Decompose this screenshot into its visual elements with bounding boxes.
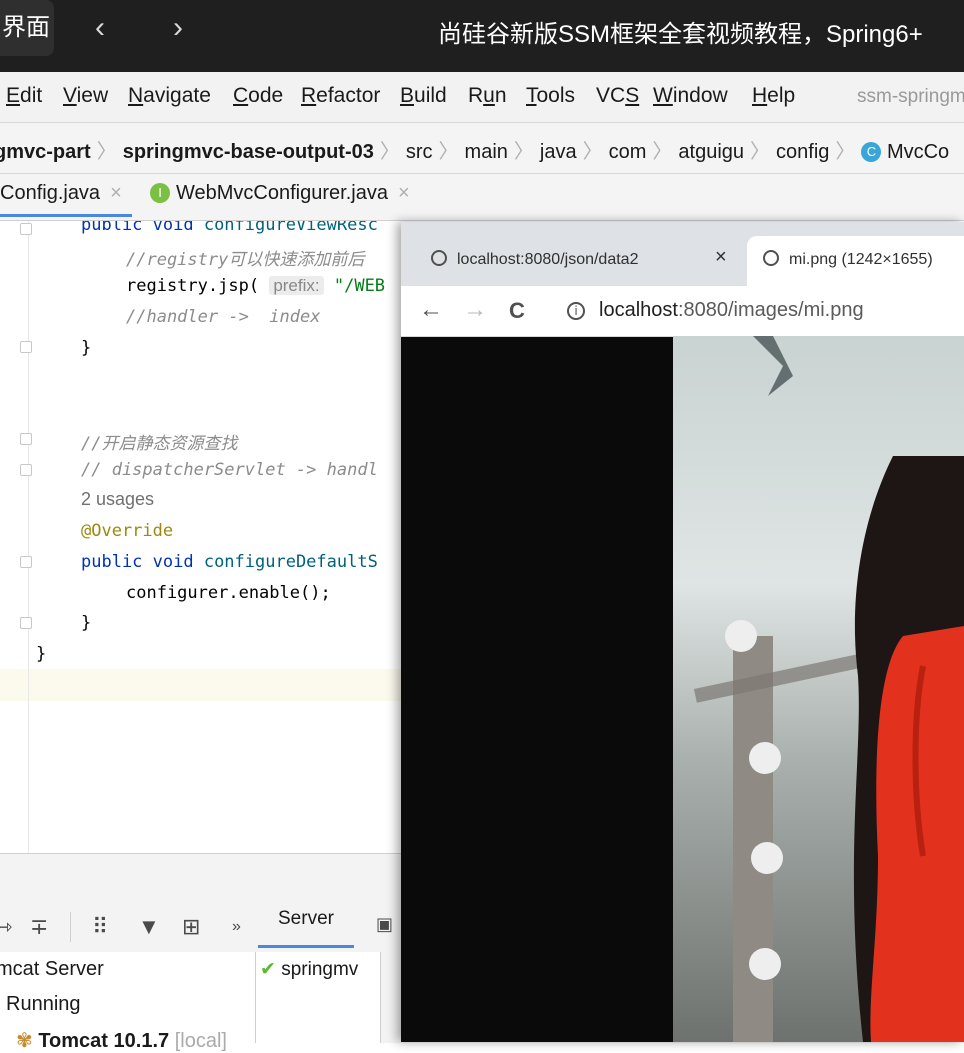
fold-marker-icon[interactable]: [20, 223, 32, 235]
tree-item-tomcat-server[interactable]: mcat Server: [0, 958, 104, 981]
browser-tab-strip: localhost:8080/json/data2 × mi.png (1242…: [401, 222, 964, 286]
tab-close-icon[interactable]: ×: [715, 246, 727, 269]
collapse-all-icon[interactable]: ∓: [30, 914, 48, 940]
browser-tab-mi-png[interactable]: mi.png (1242×1655): [747, 236, 964, 286]
crumb-atguigu[interactable]: atguigu: [678, 141, 744, 163]
project-name: ssm-springm: [857, 86, 964, 107]
crumb-class[interactable]: MvcCo: [887, 141, 949, 163]
console-icon[interactable]: ▣: [376, 914, 393, 935]
menu-vcs[interactable]: VCS: [596, 84, 639, 108]
fold-marker-icon[interactable]: [20, 433, 32, 445]
globe-icon: [763, 250, 779, 266]
check-icon: ✔: [260, 959, 276, 980]
code-line: public void configureViewResc: [81, 221, 378, 235]
menu-build[interactable]: Build: [400, 84, 447, 108]
back-label[interactable]: 界面: [0, 0, 54, 56]
group-icon[interactable]: ⠿: [92, 914, 108, 940]
site-info-icon[interactable]: i: [567, 302, 585, 320]
tab-close-icon[interactable]: ×: [110, 182, 122, 204]
deployment-list: ✔ springmv: [256, 952, 381, 1043]
crumb-com[interactable]: com: [609, 141, 647, 163]
next-arrow-icon[interactable]: ›: [158, 8, 198, 48]
code-line: // dispatcherServlet -> handl: [81, 460, 378, 480]
code-line: public void configureDefaultS: [81, 552, 378, 572]
gutter-divider: [28, 221, 29, 853]
crumb-project[interactable]: springmvc-base-output-03: [123, 141, 374, 163]
code-line: registry.jsp( prefix: "/WEB: [126, 276, 386, 296]
class-icon: C: [861, 142, 882, 162]
url-field[interactable]: localhost:8080/images/mi.png: [599, 299, 864, 322]
fold-marker-icon[interactable]: [20, 341, 32, 353]
filter-icon[interactable]: ▼: [138, 914, 160, 940]
menu-window[interactable]: Window: [653, 84, 728, 108]
crumb-main[interactable]: main: [465, 141, 508, 163]
tab-config-java[interactable]: Config.java ×: [0, 182, 122, 205]
fold-marker-icon[interactable]: [20, 464, 32, 476]
menu-code[interactable]: Code: [233, 84, 283, 108]
code-line: //开启静态资源查找: [81, 434, 238, 454]
back-icon[interactable]: ←: [419, 296, 443, 324]
fold-marker-icon[interactable]: [20, 556, 32, 568]
code-line: }: [36, 644, 47, 664]
menu-run[interactable]: Run: [468, 84, 507, 108]
menu-bar: Edit View Navigate Code Refactor Build R…: [0, 72, 964, 123]
displayed-image: [673, 336, 964, 1042]
crumb-java[interactable]: java: [540, 141, 577, 163]
fold-marker-icon[interactable]: [20, 617, 32, 629]
crumb-config[interactable]: config: [776, 141, 829, 163]
crumb-src[interactable]: src: [406, 141, 433, 163]
code-line: //handler -> index: [126, 307, 321, 327]
browser-tab-json-data2[interactable]: localhost:8080/json/data2 ×: [415, 236, 741, 286]
tomcat-icon: ✾: [16, 1030, 33, 1052]
tab-server[interactable]: Server: [258, 898, 354, 948]
menu-help[interactable]: Help: [752, 84, 795, 108]
forward-icon[interactable]: →: [463, 296, 487, 324]
menu-edit[interactable]: Edit: [6, 84, 42, 108]
browser-window: localhost:8080/json/data2 × mi.png (1242…: [401, 222, 964, 1042]
active-tab-indicator: [0, 214, 132, 217]
tab-webmvcconfigurer[interactable]: I WebMvcConfigurer.java ×: [150, 182, 410, 205]
globe-icon: [431, 250, 447, 266]
code-line: configurer.enable();: [126, 583, 331, 603]
editor-tab-bar: Config.java × I WebMvcConfigurer.java ×: [0, 174, 964, 221]
code-line: }: [81, 613, 92, 633]
browser-address-bar: ← → C i localhost:8080/images/mi.png: [401, 286, 964, 337]
more-icon[interactable]: »: [232, 918, 241, 936]
menu-tools[interactable]: Tools: [526, 84, 575, 108]
reload-icon[interactable]: C: [509, 298, 525, 324]
deployment-item[interactable]: ✔ springmv: [260, 958, 358, 981]
video-title: 尚硅谷新版SSM框架全套视频教程，Spring6+: [438, 21, 923, 48]
photo-illustration: [673, 336, 964, 1042]
usages-hint[interactable]: 2 usages: [81, 489, 154, 510]
tree-item-tomcat[interactable]: ✾ Tomcat 10.1.7 [local]: [16, 1028, 227, 1053]
interface-icon: I: [150, 183, 170, 203]
toolbar-divider: [70, 912, 71, 942]
add-service-icon[interactable]: ⊞: [182, 914, 200, 940]
menu-navigate[interactable]: Navigate: [128, 84, 211, 108]
menu-refactor[interactable]: Refactor: [301, 84, 380, 108]
code-line: }: [81, 338, 92, 358]
crumb-module[interactable]: gmvc-part: [0, 141, 91, 163]
breadcrumb: gmvc-part 〉 springmvc-base-output-03 〉 src 〉 m…: [0, 123, 964, 174]
video-title-bar: 界面 ‹ › 尚硅谷新版SSM框架全套视频教程，Spring6+: [0, 0, 964, 72]
expand-all-icon[interactable]: ⇿: [0, 914, 12, 940]
tree-item-running[interactable]: Running: [6, 993, 81, 1016]
param-hint: prefix:: [269, 276, 324, 295]
service-tree: mcat Server Running ✾ Tomcat 10.1.7 [loc…: [0, 952, 256, 1052]
code-line: @Override: [81, 521, 174, 541]
tab-close-icon[interactable]: ×: [398, 182, 410, 204]
menu-view[interactable]: View: [63, 84, 108, 108]
code-line: //registry可以快速添加前后: [126, 250, 365, 270]
prev-arrow-icon[interactable]: ‹: [80, 8, 120, 48]
